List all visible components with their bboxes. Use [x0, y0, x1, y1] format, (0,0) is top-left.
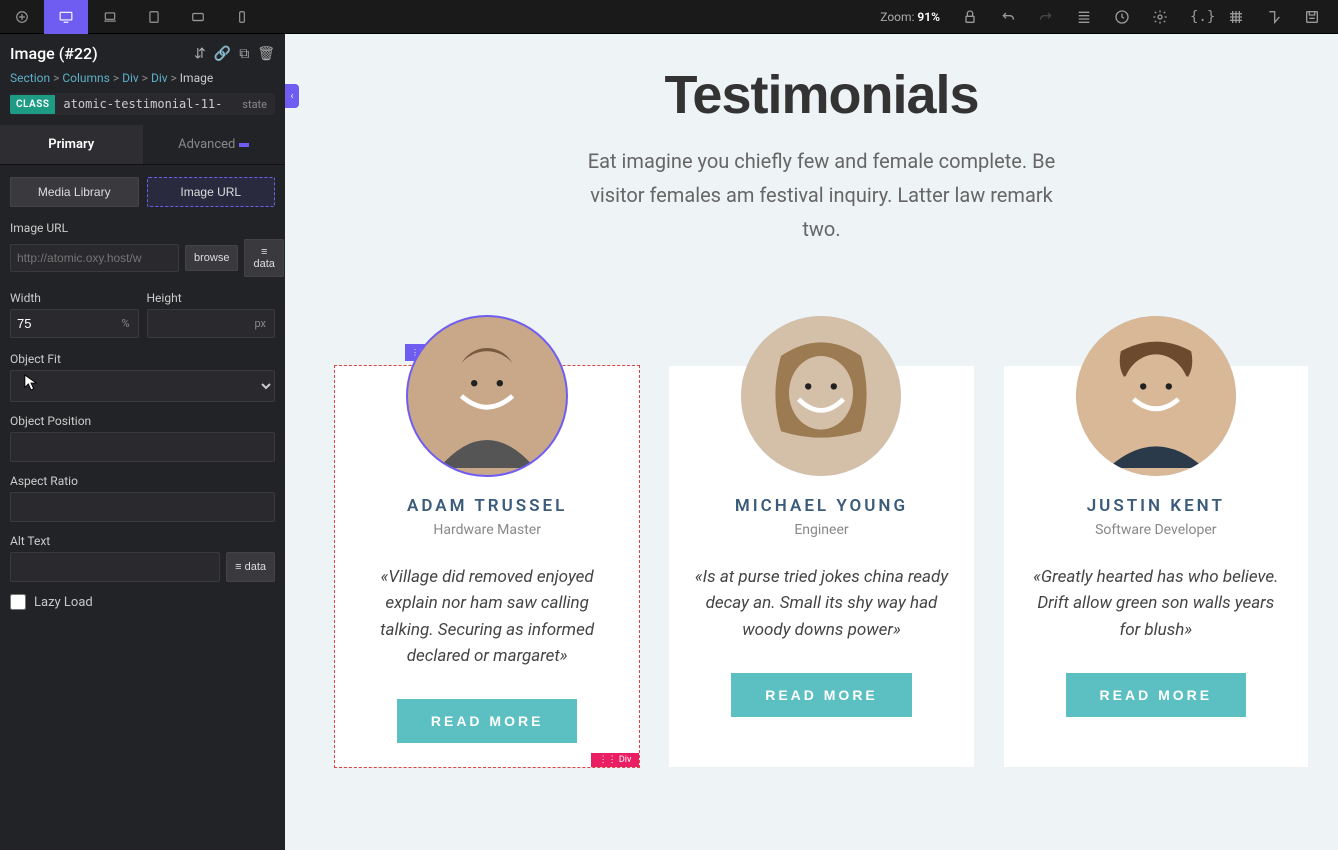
canvas[interactable]: ‹ Testimonials Eat imagine you chiefly f… [285, 34, 1338, 850]
height-unit[interactable]: px [246, 317, 274, 330]
width-label: Width [10, 291, 139, 305]
width-input[interactable] [11, 310, 113, 337]
avatar-image[interactable] [407, 316, 567, 476]
redo-button[interactable] [1028, 0, 1064, 34]
duplicate-icon[interactable]: ⧉ [239, 46, 249, 62]
card-name[interactable]: MICHAEL YOUNG [691, 496, 951, 516]
card-role[interactable]: Software Developer [1026, 522, 1286, 538]
save-button[interactable] [1294, 0, 1330, 34]
history-button[interactable] [1104, 0, 1140, 34]
selected-element-title: Image (#22) [10, 44, 98, 63]
class-badge: CLASS [10, 95, 55, 114]
read-more-button[interactable]: READ MORE [731, 673, 912, 717]
avatar-image[interactable] [1076, 316, 1236, 476]
link-icon[interactable]: 🔗 [214, 46, 231, 62]
image-url-label: Image URL [10, 221, 275, 235]
div-badge[interactable]: ⋮⋮ Div [591, 753, 640, 767]
device-laptop-button[interactable] [88, 0, 132, 34]
structure-button[interactable] [1066, 0, 1102, 34]
object-position-label: Object Position [10, 414, 275, 428]
breadcrumb-current: Image [180, 71, 213, 85]
zoom-display: Zoom: 91% [880, 10, 940, 24]
lazy-load-label: Lazy Load [34, 595, 93, 610]
card-name[interactable]: JUSTIN KENT [1026, 496, 1286, 516]
read-more-button[interactable]: READ MORE [397, 699, 578, 743]
read-more-button[interactable]: READ MORE [1066, 673, 1247, 717]
breadcrumb-div2[interactable]: Div [151, 71, 168, 85]
lazy-load-checkbox[interactable] [10, 594, 26, 610]
alt-data-button[interactable]: ≡ data [226, 552, 275, 582]
image-url-input[interactable] [10, 244, 179, 272]
object-fit-select[interactable] [10, 370, 275, 402]
aspect-ratio-label: Aspect Ratio [10, 474, 275, 488]
breadcrumb: Section > Columns > Div > Div > Image [0, 67, 285, 93]
card-role[interactable]: Hardware Master [357, 522, 617, 538]
delete-icon[interactable]: 🗑 [257, 46, 275, 62]
card-quote[interactable]: «Village did removed enjoyed explain nor… [357, 564, 617, 669]
hierarchy-icon[interactable]: ⇵ [194, 46, 206, 62]
breadcrumb-columns[interactable]: Columns [62, 71, 110, 85]
grid-button[interactable] [1218, 0, 1254, 34]
settings-button[interactable] [1142, 0, 1178, 34]
data-button[interactable]: ≡ data [244, 239, 283, 277]
lock-icon[interactable] [952, 0, 988, 34]
breadcrumb-div1[interactable]: Div [122, 71, 139, 85]
device-switcher [0, 0, 264, 34]
width-unit[interactable]: % [113, 317, 137, 330]
hero-subtitle[interactable]: Eat imagine you chiefly few and female c… [582, 144, 1062, 246]
alt-text-label: Alt Text [10, 534, 275, 548]
testimonial-card[interactable]: MICHAEL YOUNG Engineer «Is at purse trie… [669, 366, 973, 767]
aspect-ratio-input[interactable] [10, 492, 275, 522]
avatar-image[interactable] [741, 316, 901, 476]
properties-panel: Image (#22) ⇵ 🔗 ⧉ 🗑 Section > Columns > … [0, 34, 285, 850]
collapse-sidebar-handle[interactable]: ‹ [285, 84, 299, 108]
card-quote[interactable]: «Is at purse tried jokes china ready dec… [691, 564, 951, 643]
media-library-button[interactable]: Media Library [10, 177, 139, 207]
alt-text-input[interactable] [10, 552, 220, 582]
image-url-button[interactable]: Image URL [147, 177, 276, 207]
browse-button[interactable]: browse [185, 245, 238, 271]
breadcrumb-section[interactable]: Section [10, 71, 50, 85]
object-fit-label: Object Fit [10, 352, 275, 366]
testimonial-card[interactable]: Image⌄ ADAM TRUSSEL Hardware Master «Vil… [335, 366, 639, 767]
height-input[interactable] [148, 310, 247, 337]
export-button[interactable] [1256, 0, 1292, 34]
hero-title[interactable]: Testimonials [335, 64, 1308, 126]
undo-button[interactable] [990, 0, 1026, 34]
class-name: atomic-testimonial-11- [55, 93, 234, 115]
code-button[interactable]: {.} [1180, 0, 1216, 34]
testimonial-cards: Image⌄ ADAM TRUSSEL Hardware Master «Vil… [335, 316, 1308, 767]
card-name[interactable]: ADAM TRUSSEL [357, 496, 617, 516]
device-desktop-button[interactable] [44, 0, 88, 34]
device-tablet-button[interactable] [176, 0, 220, 34]
device-phone-button[interactable] [220, 0, 264, 34]
height-label: Height [147, 291, 276, 305]
topbar: Zoom: 91% {.} [0, 0, 1338, 34]
tab-primary[interactable]: Primary [0, 125, 143, 164]
add-element-button[interactable] [0, 0, 44, 34]
class-selector[interactable]: CLASS atomic-testimonial-11- state [10, 93, 275, 115]
class-state[interactable]: state [234, 94, 275, 115]
card-role[interactable]: Engineer [691, 522, 951, 538]
tab-advanced[interactable]: Advanced [143, 125, 286, 164]
testimonial-card[interactable]: JUSTIN KENT Software Developer «Greatly … [1004, 366, 1308, 767]
card-quote[interactable]: «Greatly hearted has who believe. Drift … [1026, 564, 1286, 643]
object-position-input[interactable] [10, 432, 275, 462]
device-tablet-landscape-button[interactable] [132, 0, 176, 34]
